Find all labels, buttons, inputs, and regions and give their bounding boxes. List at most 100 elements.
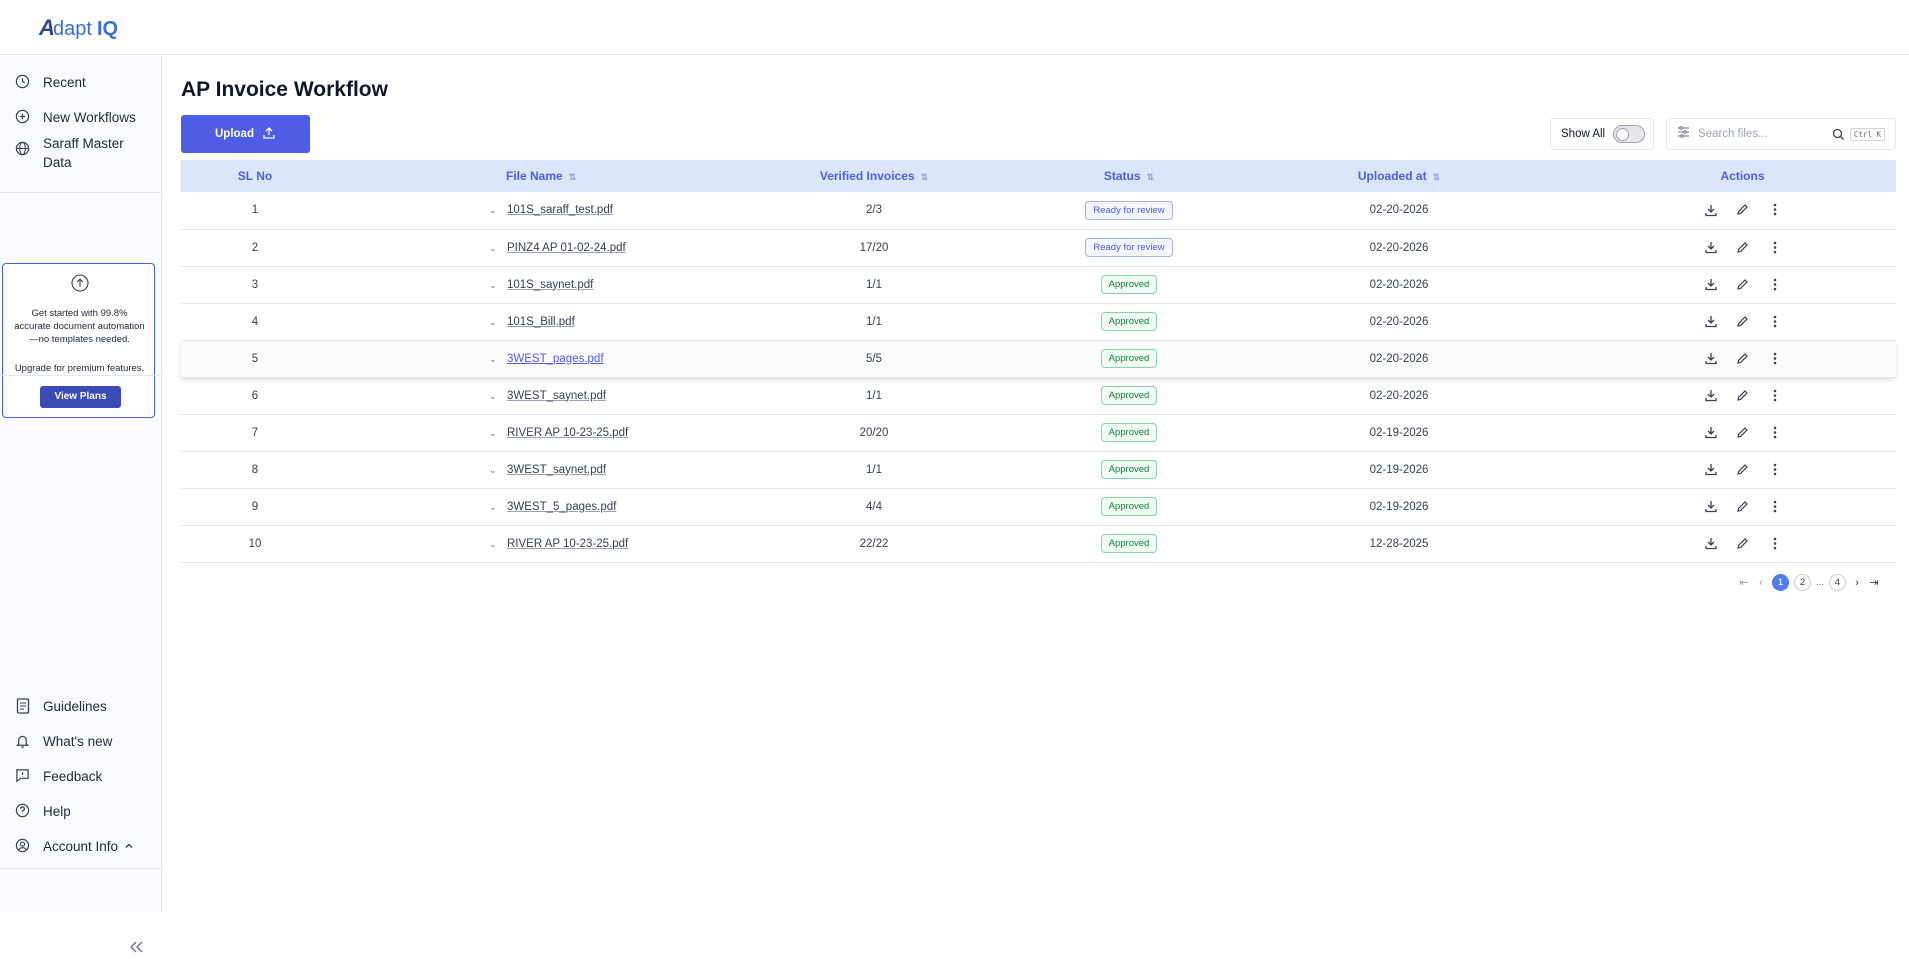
prev-page-icon[interactable]: ‹ — [1755, 577, 1767, 589]
expand-chevron-icon[interactable]: ⌄ — [489, 465, 503, 476]
search-icon[interactable] — [1832, 128, 1845, 146]
app-logo[interactable]: A dapt IQ — [39, 12, 119, 42]
table-row[interactable]: 9 ⌄ 3WEST_5_pages.pdf 4/4 Approved 02-19-2026 — [181, 488, 1896, 525]
more-options-icon[interactable] — [1766, 460, 1784, 478]
more-options-icon[interactable] — [1766, 386, 1784, 404]
actions-cell — [1589, 414, 1896, 451]
edit-icon[interactable] — [1734, 460, 1752, 478]
page-button[interactable]: 4 — [1828, 574, 1846, 591]
download-icon[interactable] — [1702, 238, 1720, 256]
file-name-link[interactable]: RIVER AP 10-23-25.pdf — [507, 427, 628, 439]
table-row[interactable]: 4 ⌄ 101S_Bill.pdf 1/1 Approved 02-20-2026 — [181, 303, 1896, 340]
edit-icon[interactable] — [1734, 201, 1752, 219]
table-row[interactable]: 10 ⌄ RIVER AP 10-23-25.pdf 22/22 Approved 12-… — [181, 525, 1896, 562]
sort-icon[interactable]: ⇅ — [1147, 172, 1155, 182]
expand-chevron-icon[interactable]: ⌄ — [489, 317, 503, 328]
globe-icon — [14, 140, 31, 157]
file-name-link[interactable]: RIVER AP 10-23-25.pdf — [507, 538, 628, 550]
sidebar-item-feedback[interactable]: Feedback — [14, 767, 102, 786]
collapse-sidebar-icon[interactable] — [128, 940, 144, 959]
edit-icon[interactable] — [1734, 238, 1752, 256]
file-name-link[interactable]: 3WEST_saynet.pdf — [507, 390, 606, 402]
upload-button-label: Upload — [215, 128, 254, 140]
column-header-file-name[interactable]: File Name ⇅ — [329, 160, 699, 192]
verified-invoices-cell: 2/3 — [866, 204, 882, 217]
table-row[interactable]: 7 ⌄ RIVER AP 10-23-25.pdf 20/20 Approved 02-1… — [181, 414, 1896, 451]
first-page-icon[interactable]: ⇤ — [1738, 576, 1750, 589]
sidebar-item-help[interactable]: Help — [14, 802, 71, 821]
sidebar-item-recent[interactable]: Recent — [14, 73, 86, 92]
expand-chevron-icon[interactable]: ⌄ — [489, 428, 503, 439]
expand-chevron-icon[interactable]: ⌄ — [489, 243, 503, 254]
file-name-link[interactable]: PINZ4 AP 01-02-24.pdf — [507, 242, 626, 254]
more-options-icon[interactable] — [1766, 534, 1784, 552]
download-icon[interactable] — [1702, 497, 1720, 515]
uploaded-at-cell: 02-19-2026 — [1369, 463, 1429, 476]
column-header-status[interactable]: Status ⇅ — [1049, 160, 1209, 192]
file-name-link[interactable]: 101S_saraff_test.pdf — [507, 204, 613, 216]
next-page-icon[interactable]: › — [1851, 577, 1863, 589]
more-options-icon[interactable] — [1766, 349, 1784, 367]
more-options-icon[interactable] — [1766, 423, 1784, 441]
download-icon[interactable] — [1702, 201, 1720, 219]
sidebar-item-whats-new[interactable]: What's new — [14, 732, 112, 751]
table-row[interactable]: 2 ⌄ PINZ4 AP 01-02-24.pdf 17/20 Ready for re… — [181, 229, 1896, 266]
download-icon[interactable] — [1702, 275, 1720, 293]
status-cell: Approved — [1049, 340, 1209, 377]
view-plans-button[interactable]: View Plans — [40, 386, 121, 408]
download-icon[interactable] — [1702, 312, 1720, 330]
expand-chevron-icon[interactable]: ⌄ — [489, 502, 503, 513]
file-name-link[interactable]: 3WEST_5_pages.pdf — [507, 501, 616, 513]
last-page-icon[interactable]: ⇥ — [1868, 576, 1880, 589]
sort-icon[interactable]: ⇅ — [1433, 172, 1441, 182]
file-name-link[interactable]: 3WEST_pages.pdf — [507, 353, 604, 365]
column-header-verified-invoices[interactable]: Verified Invoices ⇅ — [699, 160, 1049, 192]
sort-icon[interactable]: ⇅ — [569, 172, 577, 182]
table-row[interactable]: 6 ⌄ 3WEST_saynet.pdf 1/1 Approved 02-20-2026 — [181, 377, 1896, 414]
edit-icon[interactable] — [1734, 312, 1752, 330]
page-button[interactable]: 1 — [1772, 574, 1789, 591]
upload-button[interactable]: Upload — [181, 115, 310, 153]
download-icon[interactable] — [1702, 386, 1720, 404]
file-name-link[interactable]: 101S_Bill.pdf — [507, 316, 575, 328]
edit-icon[interactable] — [1734, 423, 1752, 441]
table-row[interactable]: 5 ⌄ 3WEST_pages.pdf 5/5 Approved 02-20-2026 — [181, 340, 1896, 377]
more-options-icon[interactable] — [1766, 201, 1784, 219]
table-row[interactable]: 8 ⌄ 3WEST_saynet.pdf 1/1 Approved 02-19-2026 — [181, 451, 1896, 488]
more-options-icon[interactable] — [1766, 238, 1784, 256]
edit-icon[interactable] — [1734, 275, 1752, 293]
uploaded-at-cell: 02-19-2026 — [1369, 426, 1429, 439]
sl-no-cell: 7 — [251, 426, 259, 439]
expand-chevron-icon[interactable]: ⌄ — [489, 539, 503, 550]
download-icon[interactable] — [1702, 349, 1720, 367]
file-name-link[interactable]: 101S_saynet.pdf — [507, 279, 593, 291]
column-header-uploaded-at[interactable]: Uploaded at ⇅ — [1209, 160, 1589, 192]
sidebar-item-account-info[interactable]: Account Info — [14, 837, 134, 856]
top-bar: A dapt IQ — [0, 0, 1909, 55]
more-options-icon[interactable] — [1766, 275, 1784, 293]
page-button[interactable]: 2 — [1794, 574, 1811, 591]
edit-icon[interactable] — [1734, 386, 1752, 404]
file-name-link[interactable]: 3WEST_saynet.pdf — [507, 464, 606, 476]
table-row[interactable]: 3 ⌄ 101S_saynet.pdf 1/1 Approved 02-20-2026 — [181, 266, 1896, 303]
sort-icon[interactable]: ⇅ — [921, 172, 929, 182]
search-input[interactable] — [1698, 128, 1828, 140]
sidebar-item-saraff-master-data[interactable]: Saraff Master Data — [14, 134, 133, 172]
filter-icon[interactable] — [1677, 125, 1690, 143]
expand-chevron-icon[interactable]: ⌄ — [489, 205, 503, 216]
table-row[interactable]: 1 ⌄ 101S_saraff_test.pdf 2/3 Ready for revie… — [181, 192, 1896, 229]
sidebar-item-guidelines[interactable]: Guidelines — [14, 697, 107, 716]
edit-icon[interactable] — [1734, 497, 1752, 515]
show-all-toggle[interactable] — [1613, 125, 1646, 143]
sidebar-item-new-workflows[interactable]: New Workflows — [14, 108, 136, 127]
download-icon[interactable] — [1702, 534, 1720, 552]
expand-chevron-icon[interactable]: ⌄ — [489, 354, 503, 365]
edit-icon[interactable] — [1734, 349, 1752, 367]
download-icon[interactable] — [1702, 460, 1720, 478]
more-options-icon[interactable] — [1766, 312, 1784, 330]
more-options-icon[interactable] — [1766, 497, 1784, 515]
expand-chevron-icon[interactable]: ⌄ — [489, 391, 503, 402]
edit-icon[interactable] — [1734, 534, 1752, 552]
download-icon[interactable] — [1702, 423, 1720, 441]
expand-chevron-icon[interactable]: ⌄ — [489, 280, 503, 291]
